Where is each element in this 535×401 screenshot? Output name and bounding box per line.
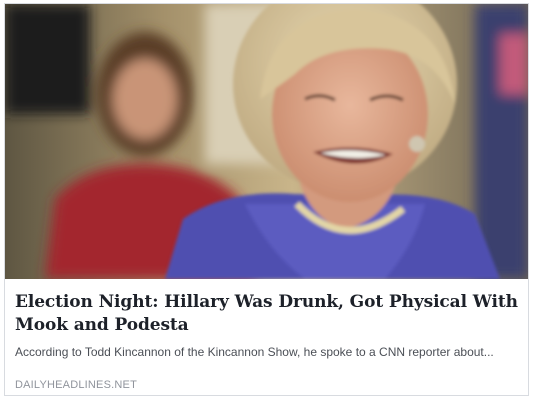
article-headline[interactable]: Election Night: Hillary Was Drunk, Got P… [15, 291, 518, 337]
article-description: According to Todd Kincannon of the Kinca… [15, 345, 494, 359]
article-source-domain: DAILYHEADLINES.NET [15, 379, 137, 391]
link-preview-card[interactable]: Election Night: Hillary Was Drunk, Got P… [4, 3, 529, 396]
thumbnail-illustration [5, 4, 528, 279]
card-text-area[interactable]: Election Night: Hillary Was Drunk, Got P… [5, 279, 528, 391]
article-thumbnail[interactable] [5, 4, 528, 279]
